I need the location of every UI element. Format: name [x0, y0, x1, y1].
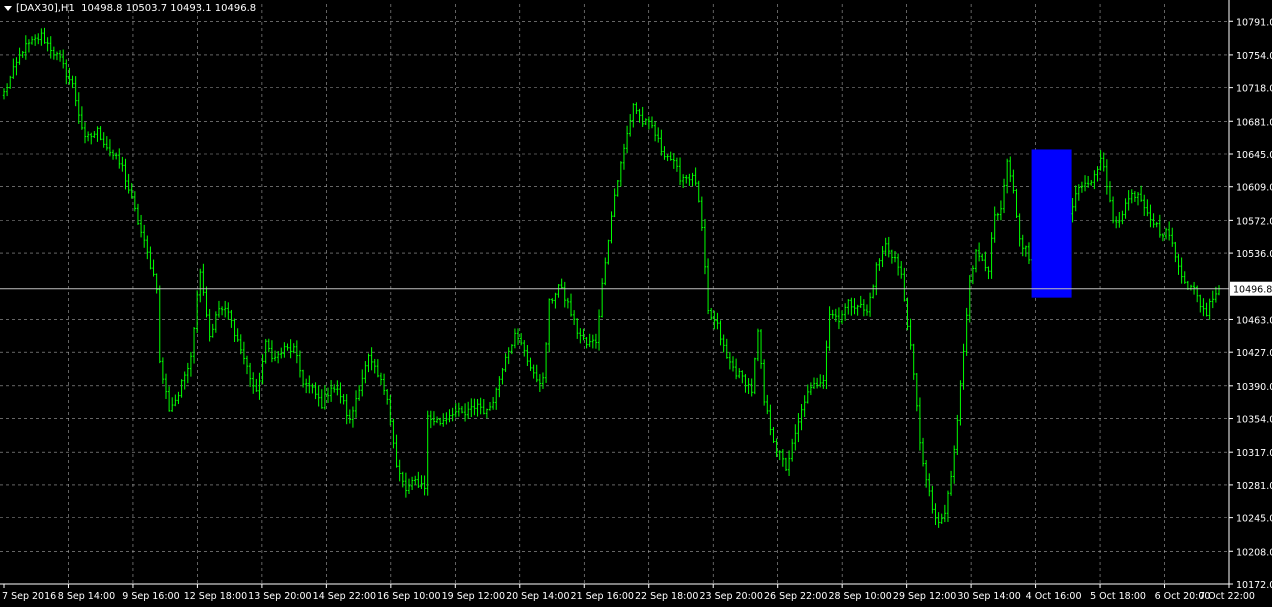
price-chart[interactable]: 10496.8 10791.0 10754.0 10718.0 10681.0 1064…	[0, 0, 1272, 607]
y-tick-label: 10172.0	[1236, 580, 1272, 591]
x-tick-label: 7 Oct 22:00	[1199, 591, 1255, 602]
y-tick-label: 10245.0	[1236, 514, 1272, 525]
chart-header: [DAX30],H1 10498.8 10503.7 10493.1 10496…	[4, 3, 256, 14]
y-tick-label: 10427.0	[1236, 348, 1272, 359]
y-tick-label: 10390.0	[1236, 382, 1272, 393]
chart-axes: 10791.0 10754.0 10718.0 10681.0 10645.0 10609…	[0, 0, 1272, 602]
y-tick-label: 10536.0	[1236, 249, 1272, 260]
dropdown-triangle-icon[interactable]	[4, 5, 12, 11]
y-tick-label: 10208.0	[1236, 547, 1272, 558]
x-tick-label: 21 Sep 16:00	[571, 591, 634, 602]
x-tick-label: 22 Sep 18:00	[635, 591, 698, 602]
x-tick-label: 23 Sep 20:00	[699, 591, 762, 602]
x-tick-label: 7 Sep 2016	[2, 591, 56, 602]
x-tick-label: 16 Sep 10:00	[377, 591, 440, 602]
x-tick-label: 12 Sep 18:00	[184, 591, 247, 602]
x-tick-label: 9 Sep 16:00	[122, 591, 179, 602]
y-tick-label: 10681.0	[1236, 117, 1272, 128]
x-tick-label: 28 Sep 10:00	[828, 591, 891, 602]
y-tick-label: 10754.0	[1236, 51, 1272, 62]
x-tick-label: 19 Sep 12:00	[442, 591, 505, 602]
y-tick-label: 10317.0	[1236, 448, 1272, 459]
x-tick-label: 8 Sep 14:00	[58, 591, 115, 602]
highlight-rectangle	[1031, 149, 1072, 298]
x-tick-label: 29 Sep 12:00	[893, 591, 956, 602]
y-tick-label: 10281.0	[1236, 481, 1272, 492]
x-tick-label: 14 Sep 22:00	[313, 591, 376, 602]
current-price-label: 10496.8	[1233, 285, 1272, 296]
y-tick-label: 10463.0	[1236, 315, 1272, 326]
x-tick-label: 30 Sep 14:00	[957, 591, 1020, 602]
y-tick-label: 10645.0	[1236, 150, 1272, 161]
symbol-timeframe: [DAX30],H1	[16, 3, 75, 14]
y-tick-label: 10791.0	[1236, 17, 1272, 28]
chart-overlay: 10496.8	[0, 149, 1272, 298]
x-tick-label: 5 Oct 18:00	[1090, 591, 1146, 602]
x-tick-label: 26 Sep 22:00	[764, 591, 827, 602]
y-tick-label: 10354.0	[1236, 415, 1272, 426]
x-tick-label: 13 Sep 20:00	[248, 591, 311, 602]
y-tick-label: 10718.0	[1236, 84, 1272, 95]
y-tick-label: 10572.0	[1236, 216, 1272, 227]
y-tick-label: 10609.0	[1236, 183, 1272, 194]
x-tick-label: 20 Sep 14:00	[506, 591, 569, 602]
ohlc-readout: 10498.8 10503.7 10493.1 10496.8	[81, 3, 257, 14]
x-tick-label: 4 Oct 16:00	[1026, 591, 1082, 602]
